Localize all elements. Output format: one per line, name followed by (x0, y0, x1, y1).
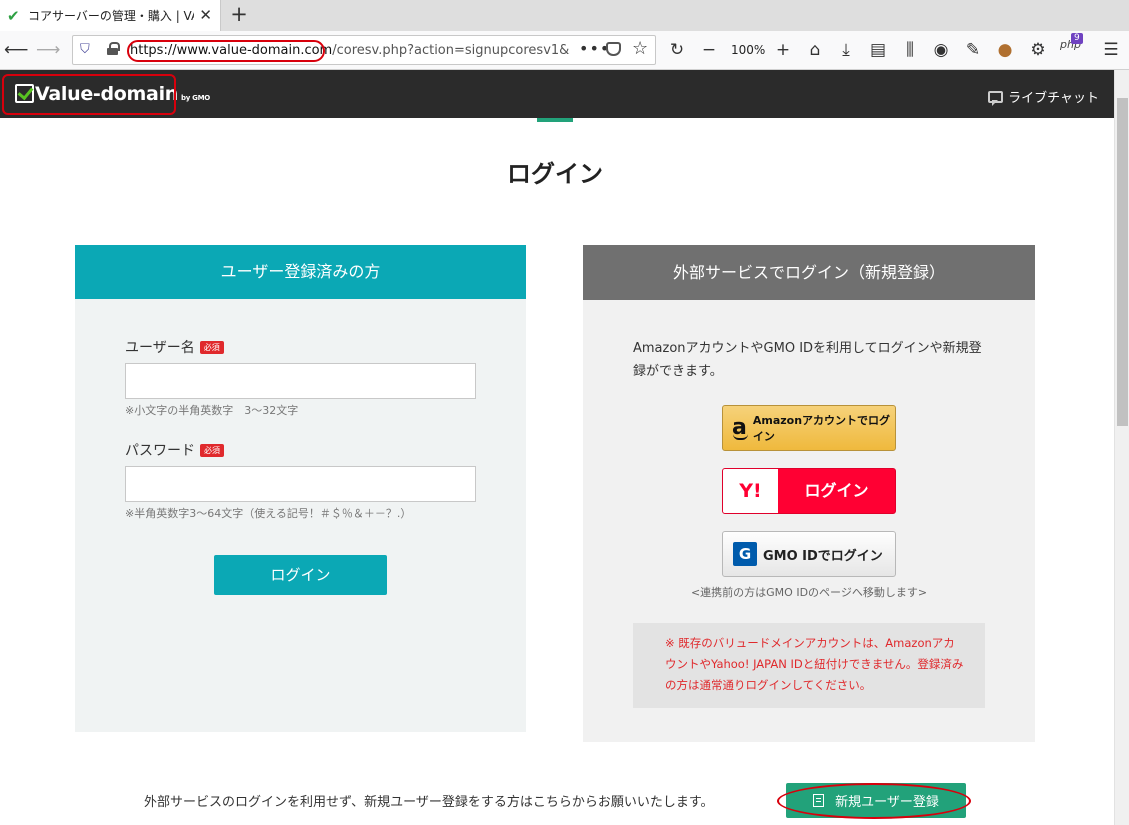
password-required-badge: 必須 (200, 444, 224, 457)
url-path: /coresv.php?action=signupcoresv1&svpl (332, 43, 570, 58)
tab-title: コアサーバーの管理・購入 | VALUE- (28, 9, 194, 23)
lock-icon[interactable] (107, 42, 120, 55)
yahoo-login-button[interactable]: Y! ログイン (722, 468, 896, 514)
download-icon[interactable]: ⤓ (835, 37, 857, 63)
pocket-icon[interactable] (606, 42, 621, 56)
password-label-text: パスワード (125, 443, 195, 459)
back-arrow-icon[interactable]: ⟵ (4, 37, 28, 63)
scrollbar-thumb[interactable] (1117, 98, 1128, 426)
page-title: ログイン (507, 160, 603, 188)
reload-icon[interactable]: ↻ (666, 37, 688, 63)
php-badge-count: 9 (1071, 33, 1083, 44)
browser-tab[interactable]: ✔ コアサーバーの管理・購入 | VALUE- ✕ (0, 0, 221, 31)
username-label: ユーザー名 必須 (125, 337, 224, 357)
amazon-login-button[interactable]: a Amazonアカウントでログイン (722, 405, 896, 451)
document-icon (813, 794, 825, 807)
php-extension-icon[interactable]: php 9 (1060, 33, 1083, 51)
gear-icon[interactable]: ⚙ (1027, 37, 1049, 63)
external-card-heading: 外部サービスでログイン（新規登録） (583, 245, 1035, 300)
gmo-button-label: GMO IDでログイン (763, 548, 883, 564)
gmo-logo-icon: G (733, 542, 757, 566)
register-prompt-text: 外部サービスのログインを利用せず、新規ユーザー登録をする方はこちらからお願いいた… (144, 795, 714, 810)
wrench-icon[interactable]: ✎ (962, 37, 984, 63)
value-domain-logo[interactable]: Value-domain by GMO (15, 83, 210, 105)
url-host: https://www.value-domain.com (130, 43, 333, 58)
address-bar[interactable]: ⛉ https://www.value-domain.com/coresv.ph… (72, 35, 656, 65)
page-scrollbar[interactable] (1114, 70, 1129, 825)
hamburger-menu-icon[interactable]: ☰ (1100, 37, 1122, 63)
bookmark-star-icon[interactable]: ☆ (632, 38, 648, 59)
tracking-shield-icon[interactable]: ⛉ (80, 42, 90, 57)
account-icon[interactable]: ◉ (930, 37, 952, 63)
external-login-card: 外部サービスでログイン（新規登録） AmazonアカウントやGMO IDを利用し… (583, 245, 1035, 742)
logo-text: Value-domain (35, 83, 179, 105)
logo-by-gmo: by GMO (181, 94, 210, 102)
new-tab-icon[interactable]: + (228, 2, 250, 28)
browser-tab-bar: ✔ コアサーバーの管理・購入 | VALUE- ✕ + (0, 0, 1129, 31)
username-required-badge: 必須 (199, 341, 224, 354)
existing-account-warning: ※ 既存のバリュードメインアカウントは、AmazonアカウントやYahoo! J… (633, 623, 985, 708)
zoom-in-icon[interactable]: + (772, 37, 794, 63)
forward-arrow-icon[interactable]: ⟶ (36, 37, 60, 63)
site-header: Value-domain by GMO ライブチャット (0, 70, 1114, 118)
registered-user-card: ユーザー登録済みの方 ユーザー名 必須 ※小文字の半角英数字 3〜32文字 パスワ… (75, 245, 526, 732)
cookie-icon[interactable]: ● (994, 37, 1016, 63)
username-input[interactable] (125, 363, 476, 399)
username-label-text: ユーザー名 (125, 340, 195, 356)
browser-nav-bar: ⟵ ⟶ ⛉ https://www.value-domain.com/cores… (0, 31, 1129, 70)
amazon-logo-icon: a (732, 415, 748, 440)
login-button[interactable]: ログイン (214, 555, 387, 595)
close-tab-icon[interactable]: ✕ (199, 6, 212, 24)
external-description: AmazonアカウントやGMO IDを利用してログインや新規登録ができます。 (633, 341, 982, 379)
register-button-label: 新規ユーザー登録 (835, 795, 939, 810)
reader-view-icon[interactable]: ▤ (867, 37, 889, 63)
header-accent-marker (537, 118, 573, 122)
home-icon[interactable]: ⌂ (804, 37, 826, 63)
registered-card-heading: ユーザー登録済みの方 (75, 245, 526, 299)
livechat-label: ライブチャット (1008, 91, 1099, 106)
library-icon[interactable]: ⫼ (898, 37, 922, 63)
password-hint: ※半角英数字3〜64文字（使える記号！＃＄％＆＋－？.） (125, 507, 412, 520)
gmo-id-login-button[interactable]: G GMO IDでログイン (722, 531, 896, 577)
yahoo-logo-icon: Y! (723, 469, 778, 513)
url-text[interactable]: https://www.value-domain.com/coresv.php?… (130, 43, 570, 58)
zoom-level[interactable]: 100% (731, 43, 765, 57)
gmo-redirect-note: <連携前の方はGMO IDのページへ移動します> (690, 586, 928, 599)
livechat-link[interactable]: ライブチャット (988, 87, 1099, 106)
checkmark-favicon-icon: ✔ (7, 6, 20, 25)
yahoo-button-label: ログイン (804, 481, 869, 500)
chat-bubble-icon (988, 90, 1004, 106)
amazon-button-label: Amazonアカウントでログイン (752, 414, 891, 443)
zoom-out-icon[interactable]: − (698, 37, 720, 63)
username-hint: ※小文字の半角英数字 3〜32文字 (125, 404, 299, 417)
logo-check-icon (15, 84, 34, 103)
password-input[interactable] (125, 466, 476, 502)
new-user-register-button[interactable]: 新規ユーザー登録 (786, 783, 966, 818)
password-label: パスワード 必須 (125, 440, 224, 460)
